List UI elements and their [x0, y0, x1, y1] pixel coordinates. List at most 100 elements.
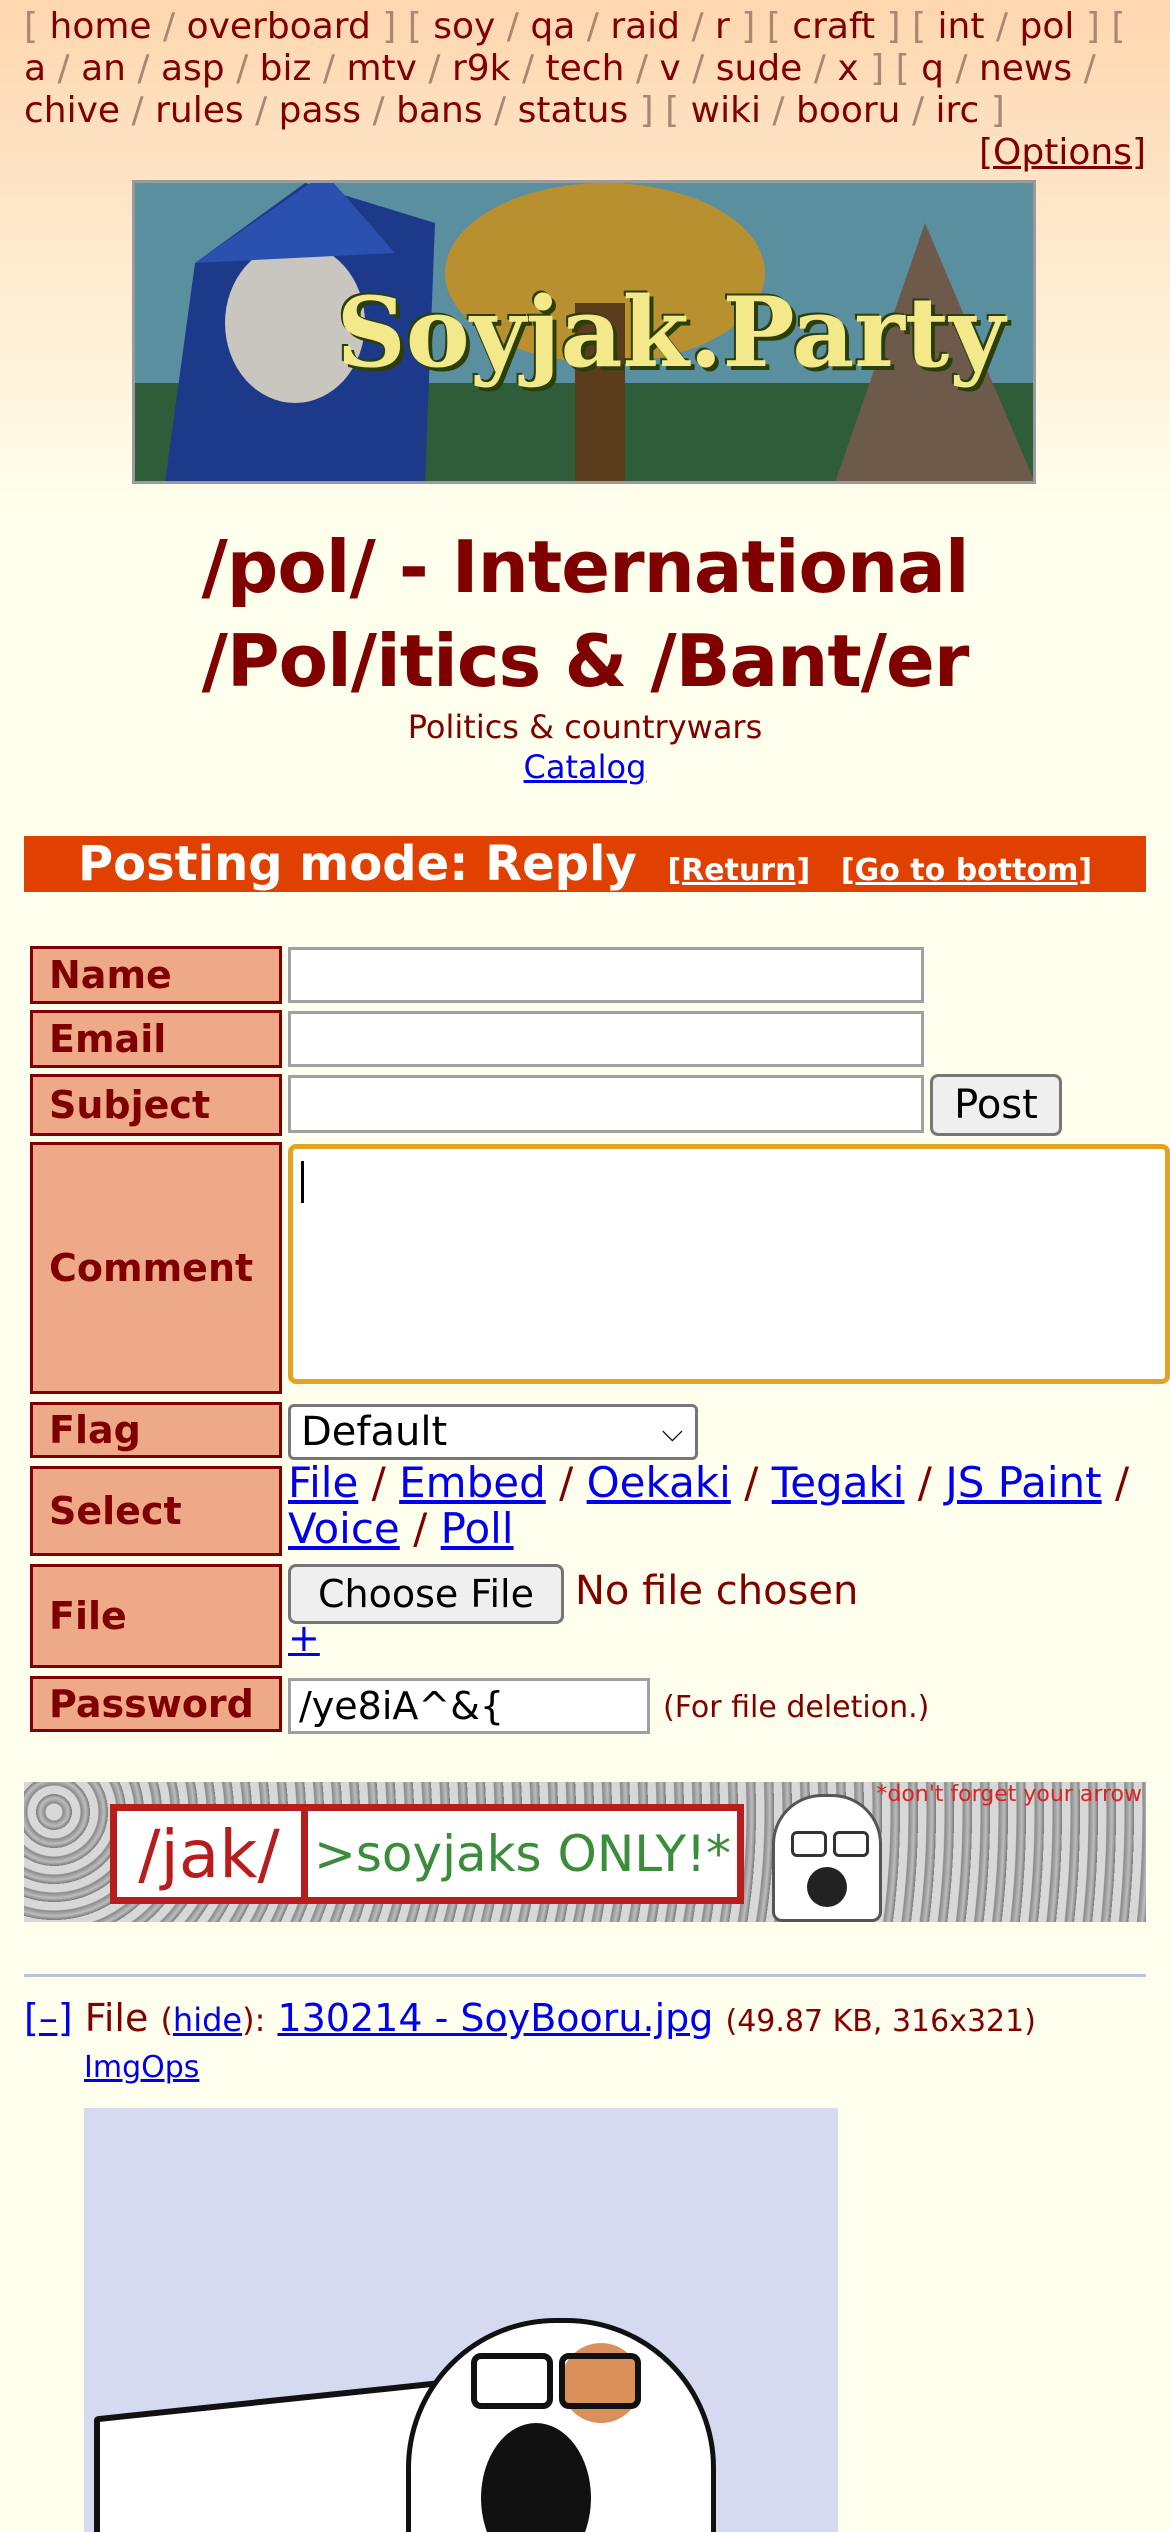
bracket: [ — [24, 6, 50, 47]
board-link-sude[interactable]: sude — [716, 48, 803, 89]
password-label: Password — [30, 1676, 282, 1732]
bracket: [ — [766, 6, 793, 47]
bracket: [ — [1111, 6, 1126, 47]
post-button[interactable]: Post — [930, 1074, 1062, 1136]
board-link-q[interactable]: q — [921, 48, 944, 89]
board-link-biz[interactable]: biz — [260, 48, 312, 89]
separator: / — [904, 1458, 946, 1507]
hide-file-link[interactable]: hide — [173, 2001, 242, 2039]
imgops-link[interactable]: ImgOps — [84, 2050, 199, 2085]
board-link-v[interactable]: v — [659, 48, 680, 89]
upload-option-js-paint[interactable]: JS Paint — [945, 1458, 1101, 1507]
file-name-link[interactable]: 130214 - SoyBooru.jpg — [277, 1996, 713, 2040]
separator: / — [416, 48, 452, 89]
email-label: Email — [30, 1010, 282, 1068]
upload-option-embed[interactable]: Embed — [399, 1458, 546, 1507]
board-link-raid[interactable]: raid — [610, 6, 680, 47]
ad-tagline: >soyjaks ONLY!* — [313, 1825, 732, 1883]
separator: / — [730, 1458, 772, 1507]
board-link-booru[interactable]: booru — [796, 90, 901, 131]
board-link-x[interactable]: x — [837, 48, 858, 89]
posting-mode-label: Posting mode: Reply — [77, 836, 637, 892]
bracket: ] — [875, 6, 913, 47]
separator: / — [46, 48, 82, 89]
jak-board-ad[interactable]: /jak/ >soyjaks ONLY!* *don't forget your… — [24, 1782, 1146, 1922]
bracket: [ — [895, 48, 922, 89]
board-link-a[interactable]: a — [24, 48, 46, 89]
options-link[interactable]: [Options] — [979, 132, 1146, 173]
name-field[interactable] — [288, 947, 924, 1003]
upload-option-voice[interactable]: Voice — [288, 1504, 400, 1553]
board-link-home[interactable]: home — [50, 6, 152, 47]
soyjak-face-icon — [772, 1794, 882, 1922]
board-link-wiki[interactable]: wiki — [691, 90, 761, 131]
board-link-craft[interactable]: craft — [792, 6, 875, 47]
separator: / — [125, 48, 161, 89]
post-image-thumbnail[interactable] — [84, 2108, 838, 2532]
board-link-r9k[interactable]: r9k — [452, 48, 511, 89]
collapse-post-button[interactable]: [–] — [24, 1996, 73, 2040]
board-link-pass[interactable]: pass — [279, 90, 361, 131]
bracket: ] — [370, 6, 408, 47]
separator: / — [243, 90, 279, 131]
page-title: /pol/ - International /Pol/itics & /Bant… — [201, 525, 969, 703]
subject-field[interactable] — [288, 1075, 924, 1133]
board-list-nav: [ home / overboard ] [ soy / qa / raid /… — [24, 6, 1150, 132]
comment-label: Comment — [30, 1142, 282, 1394]
board-link-an[interactable]: an — [81, 48, 126, 89]
separator: / — [224, 48, 260, 89]
upload-option-tegaki[interactable]: Tegaki — [772, 1458, 905, 1507]
separator: / — [624, 48, 660, 89]
upload-option-oekaki[interactable]: Oekaki — [587, 1458, 731, 1507]
board-link-overboard[interactable]: overboard — [187, 6, 371, 47]
go-to-bottom-link[interactable]: [Go to bottom] — [841, 853, 1092, 888]
separator: / — [399, 1504, 441, 1553]
board-link-bans[interactable]: bans — [396, 90, 482, 131]
board-link-rules[interactable]: rules — [155, 90, 244, 131]
file-label: File — [30, 1564, 282, 1668]
board-link-asp[interactable]: asp — [161, 48, 225, 89]
upload-option-file[interactable]: File — [288, 1458, 358, 1507]
name-label: Name — [30, 946, 282, 1004]
board-link-r[interactable]: r — [715, 6, 730, 47]
bracket: ] — [1074, 6, 1112, 47]
site-banner[interactable]: Soyjak.Party — [132, 180, 1036, 484]
board-link-news[interactable]: news — [979, 48, 1072, 89]
email-field[interactable] — [288, 1011, 924, 1067]
divider — [24, 1974, 1146, 1977]
separator: / — [482, 90, 518, 131]
comment-textarea[interactable] — [288, 1144, 1170, 1384]
bracket: [ — [912, 6, 938, 47]
separator: / — [900, 90, 936, 131]
file-word: File — [84, 1996, 149, 2040]
catalog-link[interactable]: Catalog — [524, 748, 647, 786]
choose-file-button[interactable]: Choose File — [288, 1564, 564, 1624]
separator: / — [984, 6, 1020, 47]
return-link[interactable]: [Return] — [667, 853, 810, 888]
separator: / — [358, 1458, 400, 1507]
board-link-pol[interactable]: pol — [1020, 6, 1075, 47]
upload-option-poll[interactable]: Poll — [441, 1504, 514, 1553]
board-link-irc[interactable]: irc — [936, 90, 980, 131]
board-link-qa[interactable]: qa — [530, 6, 575, 47]
board-link-chive[interactable]: chive — [24, 90, 120, 131]
separator: / — [943, 48, 979, 89]
bracket: ] — [628, 90, 666, 131]
flag-select-value: Default — [301, 1409, 448, 1455]
board-link-tech[interactable]: tech — [546, 48, 625, 89]
file-meta: (49.87 KB, 316x321) — [725, 2004, 1036, 2039]
password-field[interactable]: /ye8iA^&{ — [288, 1678, 650, 1734]
board-link-status[interactable]: status — [518, 90, 629, 131]
board-link-int[interactable]: int — [938, 6, 985, 47]
flag-select[interactable]: Default ⌵ — [288, 1404, 698, 1460]
bracket: [ — [407, 6, 434, 47]
separator: / — [151, 6, 187, 47]
ad-footnote: *don't forget your arrow — [876, 1782, 1142, 1807]
posting-mode-bar: Posting mode: Reply [Return] [Go to bott… — [24, 836, 1146, 892]
add-file-link[interactable]: + — [288, 1616, 320, 1660]
board-link-mtv[interactable]: mtv — [346, 48, 417, 89]
banner-title: Soyjak.Party — [336, 275, 1005, 389]
separator: / — [760, 90, 796, 131]
soyjak-drawing — [406, 2318, 716, 2532]
board-link-soy[interactable]: soy — [433, 6, 495, 47]
